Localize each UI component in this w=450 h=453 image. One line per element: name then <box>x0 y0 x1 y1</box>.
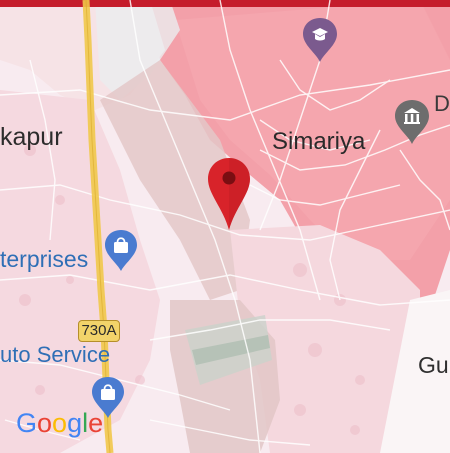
map-screenshot: kapur Simariya D terprises uto Service G… <box>0 0 450 453</box>
place-label-enterprises[interactable]: terprises <box>0 248 88 271</box>
place-label-d-partial[interactable]: D <box>434 93 450 115</box>
google-letter: g <box>67 408 83 438</box>
map-overlay[interactable] <box>0 0 450 453</box>
google-letter: G <box>16 408 38 438</box>
place-label-kapur[interactable]: kapur <box>0 125 63 150</box>
top-border-strip <box>0 0 450 7</box>
place-label-simariya[interactable]: Simariya <box>272 130 365 154</box>
place-label-auto-service[interactable]: uto Service <box>0 344 110 366</box>
google-letter: e <box>88 408 104 438</box>
google-letter: o <box>52 408 68 438</box>
place-label-gu-partial[interactable]: Gu <box>418 354 449 377</box>
google-attribution-logo: Google <box>16 410 103 437</box>
google-letter: o <box>37 408 53 438</box>
route-shield-730a: 730A <box>78 320 120 342</box>
